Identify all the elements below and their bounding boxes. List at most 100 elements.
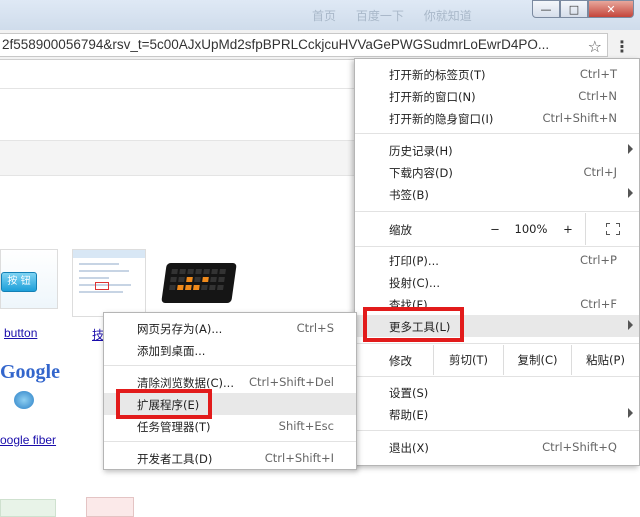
menu-item-shortcut: Ctrl+Shift+Q xyxy=(542,440,617,454)
zoom-label: 缩放 xyxy=(389,223,412,237)
menu-zoom-row: 缩放 − 100% + xyxy=(355,213,639,245)
fullscreen-icon xyxy=(605,223,620,235)
menu-item-label: 更多工具(L) xyxy=(389,320,451,334)
result-thumbnail[interactable] xyxy=(0,499,56,517)
close-button[interactable]: ✕ xyxy=(588,0,634,18)
menu-item-cast[interactable]: 投射(C)... xyxy=(355,271,639,293)
title-fragment: 你就知道 xyxy=(423,9,472,23)
window-titlebar: 首页 百度一下 你就知道 — □ ✕ xyxy=(0,0,640,30)
menu-item-settings[interactable]: 设置(S) xyxy=(355,381,639,403)
zoom-level: 100% xyxy=(514,222,548,236)
menu-item-label: 退出(X) xyxy=(389,441,429,455)
title-fragment: 百度一下 xyxy=(355,9,404,23)
result-thumbnail-keyboard[interactable] xyxy=(161,251,237,319)
menu-item-label: 开发者工具(D) xyxy=(137,452,213,466)
menu-item-label: 帮助(E) xyxy=(389,408,429,422)
maximize-button[interactable]: □ xyxy=(560,0,588,18)
menu-item-shortcut: Ctrl+Shift+Del xyxy=(249,375,334,389)
menu-item-new-window[interactable]: 打开新的窗口(N) Ctrl+N xyxy=(355,85,639,107)
menu-item-label: 清除浏览数据(C)... xyxy=(137,376,234,390)
menu-separator xyxy=(355,211,639,212)
menu-item-label: 投射(C)... xyxy=(389,276,440,290)
submenu-item-add-to-desktop[interactable]: 添加到桌面... xyxy=(104,339,356,361)
menu-item-label: 设置(S) xyxy=(389,386,429,400)
submenu-item-dev-tools[interactable]: 开发者工具(D) Ctrl+Shift+I xyxy=(104,447,356,469)
zoom-in-button[interactable]: + xyxy=(551,213,585,245)
menu-separator xyxy=(355,430,639,431)
google-logo-text: Google xyxy=(0,361,60,383)
window-title: 首页 百度一下 你就知道 xyxy=(312,7,488,24)
menu-item-label: 打开新的隐身窗口(I) xyxy=(389,112,494,126)
menu-item-exit[interactable]: 退出(X) Ctrl+Shift+Q xyxy=(355,436,639,458)
menu-item-history[interactable]: 历史记录(H) xyxy=(355,139,639,161)
thumbnail-button-graphic: 按 钮 xyxy=(1,272,37,292)
link-google-fiber[interactable]: oogle fiber xyxy=(0,433,56,447)
submenu-item-task-manager[interactable]: 任务管理器(T) Shift+Esc xyxy=(104,415,356,437)
submenu-arrow-icon xyxy=(628,144,633,154)
address-bar[interactable]: 2f558900056794&rsv_t=5c00AJxUpMd2sfpBPRL… xyxy=(0,33,608,57)
minimize-button[interactable]: — xyxy=(532,0,560,18)
menu-item-downloads[interactable]: 下载内容(D) Ctrl+J xyxy=(355,161,639,183)
link-button[interactable]: button xyxy=(4,326,37,340)
menu-separator xyxy=(355,133,639,134)
menu-item-help[interactable]: 帮助(E) xyxy=(355,403,639,425)
submenu-item-extensions[interactable]: 扩展程序(E) xyxy=(104,393,356,415)
menu-item-find[interactable]: 查找(F)... Ctrl+F xyxy=(355,293,639,315)
menu-item-shortcut: Ctrl+S xyxy=(296,321,334,335)
menu-item-more-tools[interactable]: 更多工具(L) xyxy=(355,315,639,337)
menu-item-new-tab[interactable]: 打开新的标签页(T) Ctrl+T xyxy=(355,63,639,85)
browser-toolbar: 2f558900056794&rsv_t=5c00AJxUpMd2sfpBPRL… xyxy=(0,30,640,60)
menu-item-shortcut: Ctrl+T xyxy=(579,67,617,81)
menu-item-label: 添加到桌面... xyxy=(137,344,206,358)
paste-button[interactable]: 粘贴(P) xyxy=(571,345,639,375)
browser-menu-icon[interactable]: ⋮ xyxy=(614,37,630,56)
fullscreen-button[interactable] xyxy=(585,213,639,245)
result-thumbnail[interactable] xyxy=(86,497,134,517)
bookmark-star-icon[interactable]: ☆ xyxy=(588,37,602,56)
window-controls: — □ ✕ xyxy=(532,0,634,18)
result-thumbnail-button[interactable]: 按 钮 xyxy=(0,249,58,309)
menu-item-label: 打开新的窗口(N) xyxy=(389,90,476,104)
menu-item-label: 任务管理器(T) xyxy=(137,420,211,434)
menu-edit-row: 修改 剪切(T) 复制(C) 粘贴(P) xyxy=(355,345,639,375)
submenu-arrow-icon xyxy=(628,320,633,330)
menu-item-label: 打印(P)... xyxy=(389,254,439,268)
cut-button[interactable]: 剪切(T) xyxy=(433,345,503,375)
menu-item-label: 打开新的标签页(T) xyxy=(389,68,486,82)
menu-separator xyxy=(104,365,356,366)
title-fragment: 首页 xyxy=(312,9,337,23)
menu-item-shortcut: Ctrl+J xyxy=(583,165,618,179)
menu-item-label: 网页另存为(A)... xyxy=(137,322,223,336)
menu-item-print[interactable]: 打印(P)... Ctrl+P xyxy=(355,249,639,271)
menu-item-shortcut: Ctrl+Shift+N xyxy=(542,111,617,125)
menu-item-bookmarks[interactable]: 书签(B) xyxy=(355,183,639,205)
menu-item-shortcut: Ctrl+N xyxy=(578,89,617,103)
menu-item-label: 扩展程序(E) xyxy=(137,398,200,412)
google-logo: Google xyxy=(0,361,60,384)
menu-item-shortcut: Ctrl+F xyxy=(580,297,617,311)
page-header-band xyxy=(0,61,360,89)
submenu-arrow-icon xyxy=(628,188,633,198)
menu-item-new-incognito[interactable]: 打开新的隐身窗口(I) Ctrl+Shift+N xyxy=(355,107,639,129)
result-thumbnail-document[interactable] xyxy=(72,249,146,317)
submenu-arrow-icon xyxy=(628,408,633,418)
document-red-mark xyxy=(95,282,109,290)
copy-button[interactable]: 复制(C) xyxy=(503,345,571,375)
menu-item-shortcut: Shift+Esc xyxy=(278,419,334,433)
menu-item-label: 历史记录(H) xyxy=(389,144,453,158)
menu-separator xyxy=(355,343,639,344)
page-tab-band xyxy=(0,140,360,176)
menu-item-label: 查找(F)... xyxy=(389,298,439,312)
menu-separator xyxy=(355,246,639,247)
menu-item-label: 下载内容(D) xyxy=(389,166,453,180)
submenu-item-save-page[interactable]: 网页另存为(A)... Ctrl+S xyxy=(104,317,356,339)
globe-icon xyxy=(14,391,34,409)
menu-item-shortcut: Ctrl+P xyxy=(579,253,617,267)
submenu-item-clear-data[interactable]: 清除浏览数据(C)... Ctrl+Shift+Del xyxy=(104,371,356,393)
menu-separator xyxy=(104,441,356,442)
more-tools-submenu: 网页另存为(A)... Ctrl+S 添加到桌面... 清除浏览数据(C)...… xyxy=(103,312,357,470)
edit-label: 修改 xyxy=(389,354,412,368)
result-thumbnail-google[interactable]: Google xyxy=(0,361,60,427)
menu-item-shortcut: Ctrl+Shift+I xyxy=(264,451,334,465)
menu-separator xyxy=(355,376,639,377)
